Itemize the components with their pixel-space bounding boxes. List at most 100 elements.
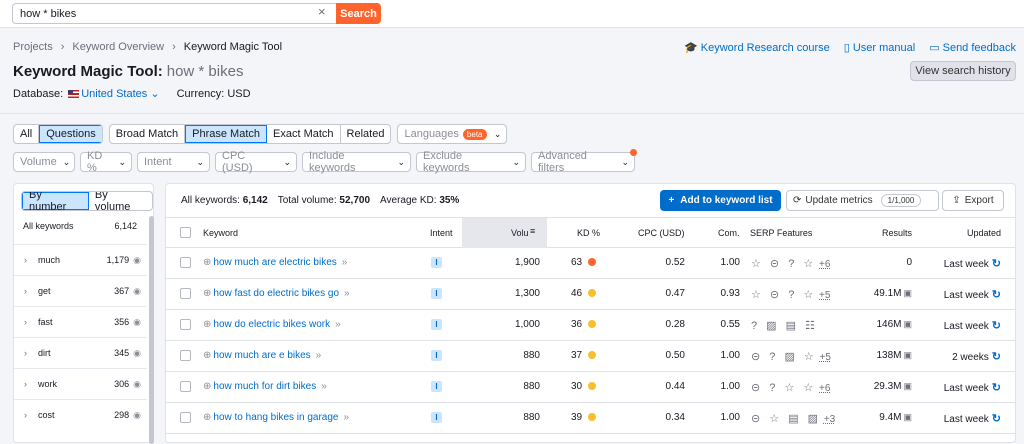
eye-icon[interactable]: ◉ xyxy=(133,317,141,328)
column-volume[interactable]: Volu xyxy=(511,228,529,238)
send-feedback-link[interactable]: ▭ Send feedback xyxy=(929,41,1016,54)
serp-more-link[interactable]: +5 xyxy=(819,290,830,301)
refresh-icon[interactable]: ↻ xyxy=(992,258,1001,270)
add-circle-icon[interactable]: ⊕ xyxy=(203,412,211,423)
user-manual-link[interactable]: ▯ User manual xyxy=(844,41,915,54)
tab-all[interactable]: All xyxy=(14,125,40,143)
keyword-link[interactable]: ⊕ how much are e bikes » xyxy=(203,350,321,361)
serp-more-link[interactable]: +3 xyxy=(824,414,835,425)
refresh-icon[interactable]: ↻ xyxy=(992,320,1001,332)
refresh-icon[interactable]: ↻ xyxy=(992,289,1001,301)
intent-filter[interactable]: Intent ⌄ xyxy=(137,152,210,172)
tab-broad-match[interactable]: Broad Match xyxy=(110,125,186,143)
add-circle-icon[interactable]: ⊕ xyxy=(203,257,211,268)
tab-questions[interactable]: Questions xyxy=(39,125,102,143)
serp-more-link[interactable]: +6 xyxy=(819,383,830,394)
all-keywords-row[interactable]: All keywords 6,142 xyxy=(14,221,147,231)
row-checkbox[interactable] xyxy=(180,381,191,392)
column-results[interactable]: Results xyxy=(882,228,912,238)
chevron-right-icon[interactable]: › xyxy=(24,255,38,265)
refresh-icon[interactable]: ↻ xyxy=(992,382,1001,394)
by-number-button[interactable]: By number xyxy=(22,192,89,210)
refresh-icon[interactable]: ↻ xyxy=(992,413,1001,425)
chevron-right-icon[interactable]: › xyxy=(24,348,38,358)
keyword-group-row[interactable]: › get 367 ◉ xyxy=(14,275,147,306)
breadcrumb-projects[interactable]: Projects xyxy=(13,41,53,53)
keyword-link[interactable]: ⊕ how much are electric bikes » xyxy=(203,257,347,268)
double-chevron-icon[interactable]: » xyxy=(343,412,349,423)
keyword-group-row[interactable]: › dirt 345 ◉ xyxy=(14,337,147,368)
row-checkbox[interactable] xyxy=(180,350,191,361)
add-to-keyword-list-button[interactable]: + Add to keyword list xyxy=(660,190,781,211)
keyword-link[interactable]: ⊕ how much for dirt bikes » xyxy=(203,381,327,392)
update-metrics-button[interactable]: ⟳ Update metrics 1/1,000 xyxy=(786,190,939,211)
volume-filter[interactable]: Volume ⌄ xyxy=(13,152,75,172)
by-volume-button[interactable]: By volume xyxy=(89,192,152,210)
serp-preview-icon[interactable]: ▣ xyxy=(903,288,912,298)
column-updated[interactable]: Updated xyxy=(967,228,1001,238)
tab-phrase-match[interactable]: Phrase Match xyxy=(185,125,268,143)
keyword-group-row[interactable]: › much 1,179 ◉ xyxy=(14,244,147,275)
chevron-right-icon[interactable]: › xyxy=(24,286,38,296)
export-button[interactable]: ⇪ Export xyxy=(942,190,1004,211)
double-chevron-icon[interactable]: » xyxy=(335,319,341,330)
column-kd[interactable]: KD % xyxy=(577,228,600,238)
serp-preview-icon[interactable]: ▣ xyxy=(903,381,912,391)
row-checkbox[interactable] xyxy=(180,319,191,330)
column-keyword[interactable]: Keyword xyxy=(203,228,238,238)
serp-more-link[interactable]: +6 xyxy=(819,259,830,270)
include-keywords-filter[interactable]: Include keywords ⌄ xyxy=(302,150,411,174)
add-circle-icon[interactable]: ⊕ xyxy=(203,350,211,361)
add-circle-icon[interactable]: ⊕ xyxy=(203,381,211,392)
breadcrumb-keyword-overview[interactable]: Keyword Overview xyxy=(72,41,164,53)
serp-preview-icon[interactable]: ▣ xyxy=(903,319,912,329)
double-chevron-icon[interactable]: » xyxy=(344,288,350,299)
double-chevron-icon[interactable]: » xyxy=(321,381,327,392)
column-intent[interactable]: Intent xyxy=(430,228,453,238)
languages-dropdown[interactable]: Languages beta ⌄ xyxy=(397,124,508,144)
column-serp[interactable]: SERP Features xyxy=(750,228,812,238)
keyword-link[interactable]: ⊕ how fast do electric bikes go » xyxy=(203,288,350,299)
advanced-filters[interactable]: Advanced filters ⌄ xyxy=(531,149,637,174)
tab-exact-match[interactable]: Exact Match xyxy=(267,125,341,143)
double-chevron-icon[interactable]: » xyxy=(342,257,348,268)
add-circle-icon[interactable]: ⊕ xyxy=(203,319,211,330)
row-checkbox[interactable] xyxy=(180,412,191,423)
keyword-research-course-link[interactable]: 🎓 Keyword Research course xyxy=(684,41,830,54)
column-com[interactable]: Com. xyxy=(718,228,740,238)
add-circle-icon[interactable]: ⊕ xyxy=(203,288,211,299)
chevron-right-icon[interactable]: › xyxy=(24,317,38,327)
eye-icon[interactable]: ◉ xyxy=(133,286,141,297)
keyword-group-row[interactable]: › fast 356 ◉ xyxy=(14,306,147,337)
search-button[interactable]: Search xyxy=(336,3,381,24)
kd-filter[interactable]: KD % ⌄ xyxy=(80,150,132,174)
eye-icon[interactable]: ◉ xyxy=(133,410,141,421)
keyword-group-row[interactable]: › cost 298 ◉ xyxy=(14,399,147,430)
cpc-filter[interactable]: CPC (USD) ⌄ xyxy=(215,150,297,174)
row-checkbox[interactable] xyxy=(180,257,191,268)
view-search-history-button[interactable]: View search history xyxy=(910,61,1016,81)
tab-related[interactable]: Related xyxy=(341,125,391,143)
serp-preview-icon[interactable]: ▣ xyxy=(903,350,912,360)
database-selector[interactable]: United States ⌄ xyxy=(66,88,160,100)
exclude-keywords-filter[interactable]: Exclude keywords ⌄ xyxy=(416,150,526,174)
keyword-link[interactable]: ⊕ how do electric bikes work » xyxy=(203,319,341,330)
select-all-checkbox[interactable] xyxy=(180,227,191,238)
chevron-right-icon[interactable]: › xyxy=(24,410,38,420)
scrollbar[interactable] xyxy=(149,216,154,444)
column-cpc[interactable]: CPC (USD) xyxy=(638,228,685,238)
serp-more-link[interactable]: +5 xyxy=(820,352,831,363)
eye-icon[interactable]: ◉ xyxy=(133,348,141,359)
eye-icon[interactable]: ◉ xyxy=(133,379,141,390)
keyword-link[interactable]: ⊕ how to hang bikes in garage » xyxy=(203,412,349,423)
serp-preview-icon[interactable]: ▣ xyxy=(903,412,912,422)
double-chevron-icon[interactable]: » xyxy=(316,350,322,361)
sort-desc-icon[interactable]: ≡ xyxy=(530,226,535,236)
clear-icon[interactable]: × xyxy=(318,4,326,19)
row-checkbox[interactable] xyxy=(180,288,191,299)
search-input[interactable]: how * bikes xyxy=(12,3,336,24)
chevron-right-icon[interactable]: › xyxy=(24,379,38,389)
refresh-icon[interactable]: ↻ xyxy=(992,351,1001,363)
keyword-group-row[interactable]: › work 306 ◉ xyxy=(14,368,147,399)
eye-icon[interactable]: ◉ xyxy=(133,255,141,266)
